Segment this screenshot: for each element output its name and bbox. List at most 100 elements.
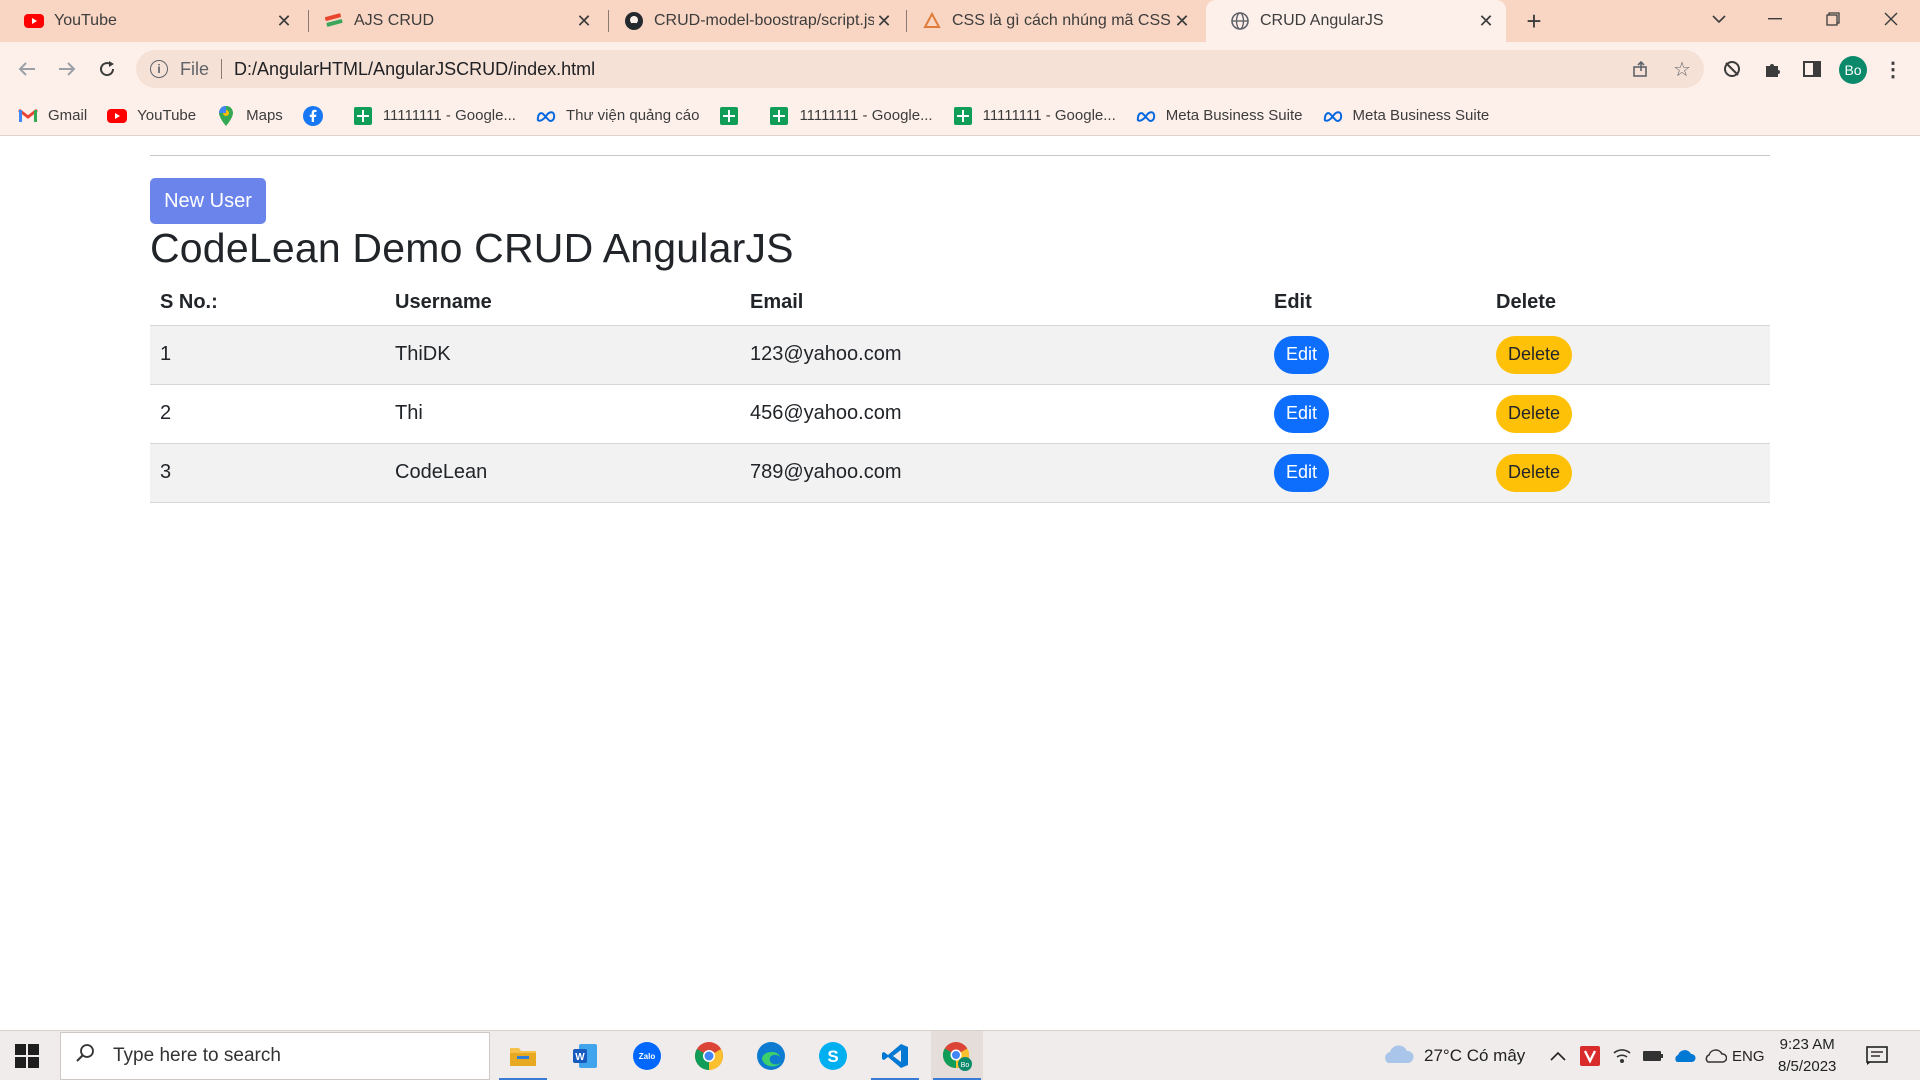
tab-title: CRUD-model-boostrap/script.js a	[654, 12, 874, 29]
vscode-icon[interactable]	[869, 1031, 921, 1080]
sheets-icon	[953, 106, 973, 126]
taskbar-search-box[interactable]: Type here to search	[60, 1032, 490, 1080]
bookmark-meta-business-1[interactable]: Meta Business Suite	[1136, 106, 1303, 126]
share-icon[interactable]	[1626, 54, 1656, 84]
sync-icon[interactable]	[1717, 54, 1747, 84]
svg-text:Zalo: Zalo	[639, 1052, 656, 1061]
reload-button[interactable]	[92, 54, 122, 84]
delete-button[interactable]: Delete	[1496, 394, 1573, 433]
close-window-button[interactable]	[1866, 0, 1916, 38]
close-icon[interactable]: ✕	[874, 11, 894, 31]
site-info-icon[interactable]: i	[150, 60, 168, 78]
file-explorer-icon[interactable]	[497, 1031, 549, 1080]
show-hidden-icons-chevron[interactable]	[1550, 1031, 1566, 1080]
close-icon[interactable]: ✕	[274, 11, 294, 31]
tab-crud-angularjs[interactable]: CRUD AngularJS ✕	[1206, 0, 1506, 42]
tab-title: CRUD AngularJS	[1260, 12, 1384, 29]
cell-delete: Delete	[1486, 443, 1770, 503]
bookmark-ad-library[interactable]: Thư viện quảng cáo	[536, 106, 699, 126]
address-bar[interactable]: i File D:/AngularHTML/AngularJSCRUD/inde…	[136, 50, 1704, 88]
close-icon[interactable]: ✕	[1172, 11, 1192, 31]
forward-button[interactable]	[52, 54, 82, 84]
battery-icon[interactable]	[1642, 1031, 1664, 1080]
sheets-icon	[769, 106, 789, 126]
bookmark-gmail[interactable]: Gmail	[18, 106, 87, 126]
side-panel-icon[interactable]	[1797, 54, 1827, 84]
profile-avatar[interactable]: Bo	[1839, 56, 1867, 84]
bookmarks-bar: Gmail YouTube Maps 11111111 - Google... …	[0, 96, 1920, 136]
header-delete: Delete	[1486, 281, 1770, 326]
zalo-icon[interactable]: Zalo	[621, 1031, 673, 1080]
onedrive-icon[interactable]	[1672, 1031, 1696, 1080]
svg-text:S: S	[827, 1047, 838, 1066]
cell-edit: Edit	[1264, 384, 1486, 444]
horizontal-rule	[150, 155, 1770, 156]
bookmark-label: Meta Business Suite	[1352, 107, 1490, 124]
url-text[interactable]: D:/AngularHTML/AngularJSCRUD/index.html	[234, 59, 595, 80]
skype-icon[interactable]: S	[807, 1031, 859, 1080]
table-row: 2 Thi 456@yahoo.com Edit Delete	[150, 384, 1770, 444]
cell-username: ThiDK	[385, 325, 740, 385]
cell-email: 123@yahoo.com	[740, 325, 1264, 385]
users-table: S No.: Username Email Edit Delete 1 ThiD…	[150, 281, 1770, 503]
back-button[interactable]	[12, 54, 42, 84]
restore-button[interactable]	[1808, 0, 1858, 38]
bookmark-google-sheet-1[interactable]: 11111111 - Google...	[353, 106, 516, 126]
svg-text:W: W	[575, 1052, 585, 1063]
windows-start-icon[interactable]	[14, 1043, 40, 1069]
ajs-logo-icon	[324, 11, 344, 31]
bookmark-label: YouTube	[137, 107, 197, 124]
new-user-button[interactable]: New User	[150, 178, 266, 224]
chrome-profile-icon[interactable]: Bo	[931, 1031, 983, 1080]
chrome-icon[interactable]	[683, 1031, 735, 1080]
globe-icon	[1230, 11, 1250, 31]
menu-kebab-icon[interactable]: ⋮	[1878, 54, 1908, 84]
meta-icon	[1136, 106, 1156, 126]
vivaldi-tray-icon[interactable]	[1580, 1031, 1600, 1080]
bookmark-maps[interactable]: Maps	[216, 105, 283, 126]
search-icon	[75, 1043, 95, 1069]
tab-youtube[interactable]: YouTube ✕	[0, 0, 304, 42]
weather-widget[interactable]: 27°C Có mây	[1380, 1031, 1525, 1080]
close-icon[interactable]: ✕	[574, 11, 594, 31]
new-tab-button[interactable]: +	[1519, 6, 1549, 36]
tab-strip: YouTube ✕ AJS CRUD ✕ CRUD-model-boostrap…	[0, 0, 1920, 42]
tab-search-chevron-icon[interactable]	[1694, 0, 1744, 38]
edge-icon[interactable]	[745, 1031, 797, 1080]
bookmark-youtube[interactable]: YouTube	[107, 106, 196, 126]
bookmark-label: Maps	[246, 107, 283, 124]
minimize-button[interactable]	[1750, 0, 1800, 38]
cell-edit: Edit	[1264, 443, 1486, 503]
edit-button[interactable]: Edit	[1274, 453, 1330, 492]
edit-button[interactable]: Edit	[1274, 335, 1330, 374]
bookmark-google-sheet-2[interactable]	[719, 106, 749, 126]
bookmark-google-sheet-3[interactable]: 11111111 - Google...	[769, 106, 933, 126]
meta-icon	[1323, 106, 1343, 126]
table-row: 3 CodeLean 789@yahoo.com Edit Delete	[150, 443, 1770, 503]
bookmark-meta-business-2[interactable]: Meta Business Suite	[1323, 106, 1490, 126]
delete-button[interactable]: Delete	[1496, 453, 1573, 492]
word-icon[interactable]: W	[559, 1031, 611, 1080]
tab-github-script[interactable]: CRUD-model-boostrap/script.js a ✕	[600, 0, 904, 42]
clock[interactable]: 9:23 AM 8/5/2023	[1778, 1031, 1836, 1080]
bookmark-facebook[interactable]	[302, 105, 333, 126]
notifications-icon[interactable]	[1866, 1031, 1888, 1080]
edit-button[interactable]: Edit	[1274, 394, 1330, 433]
bookmark-star-icon[interactable]: ☆	[1667, 54, 1697, 84]
wifi-icon[interactable]	[1612, 1031, 1632, 1080]
maps-icon	[216, 105, 236, 126]
date-text: 8/5/2023	[1778, 1058, 1837, 1075]
tab-ajs-crud[interactable]: AJS CRUD ✕	[300, 0, 604, 42]
extensions-icon[interactable]	[1757, 54, 1787, 84]
tab-css-article[interactable]: CSS là gì cách nhúng mã CSS vào ✕	[898, 0, 1202, 42]
delete-button[interactable]: Delete	[1496, 335, 1573, 374]
bookmark-label: Thư viện quảng cáo	[565, 107, 700, 124]
language-indicator[interactable]: ENG	[1732, 1031, 1765, 1080]
cloud-outline-icon[interactable]	[1703, 1031, 1727, 1080]
cell-sno: 2	[150, 384, 385, 444]
close-icon[interactable]: ✕	[1476, 11, 1496, 31]
cell-email: 789@yahoo.com	[740, 443, 1264, 503]
cell-delete: Delete	[1486, 325, 1770, 385]
bookmark-google-sheet-4[interactable]: 11111111 - Google...	[953, 106, 1116, 126]
header-username: Username	[385, 281, 740, 326]
